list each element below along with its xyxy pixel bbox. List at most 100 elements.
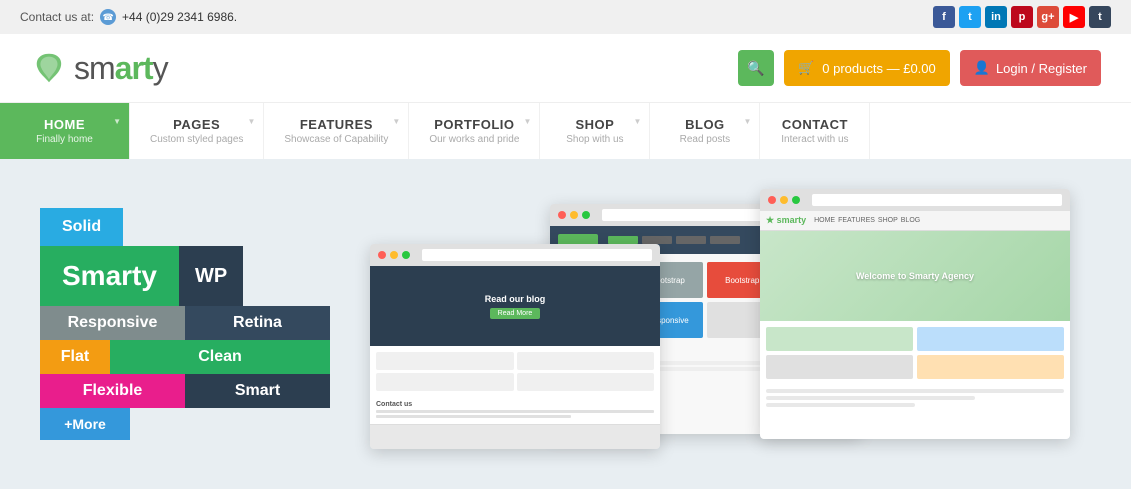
tag-smarty: Smarty bbox=[40, 246, 179, 306]
s3-nav4: BLOG bbox=[901, 217, 920, 224]
s3b-line-3 bbox=[766, 403, 915, 407]
s3-nav1: HOME bbox=[814, 217, 835, 224]
tag-row-smarty: Smarty WP bbox=[40, 246, 330, 306]
browser-dot-yellow-3 bbox=[780, 196, 788, 204]
main-nav: HOME Finally home ▼ PAGES Custom styled … bbox=[0, 102, 1131, 159]
nav-blog-sub: Read posts bbox=[680, 134, 731, 145]
nav-portfolio-sub: Our works and pride bbox=[429, 134, 519, 145]
s3b-line-2 bbox=[766, 396, 975, 400]
cart-button[interactable]: 🛒 0 products — £0.00 bbox=[784, 50, 950, 86]
s2-navitem3 bbox=[676, 236, 706, 244]
s3-nav3: SHOP bbox=[878, 217, 898, 224]
s3-nav2: FEATURES bbox=[838, 217, 875, 224]
s2-navitem1 bbox=[608, 236, 638, 244]
screen3-hero: Welcome to Smarty Agency bbox=[760, 231, 1070, 321]
tag-flat: Flat bbox=[40, 340, 110, 374]
tag-wp: WP bbox=[179, 246, 243, 306]
tag-clean: Clean bbox=[110, 340, 330, 374]
screen4-hero: Read our blog Read More bbox=[370, 266, 660, 346]
nav-pages-label: PAGES bbox=[173, 117, 220, 132]
nav-blog-arrow: ▼ bbox=[743, 117, 751, 126]
logo-y: y bbox=[153, 50, 168, 86]
nav-shop-label: SHOP bbox=[575, 117, 614, 132]
s3b-line-1 bbox=[766, 389, 1064, 393]
nav-home-label: HOME bbox=[44, 117, 85, 132]
screen4-blog-title: Read our blog bbox=[485, 294, 546, 304]
youtube-icon[interactable]: ▶ bbox=[1063, 6, 1085, 28]
nav-features[interactable]: FEATURES Showcase of Capability ▼ bbox=[264, 103, 409, 159]
tag-smart: Smart bbox=[185, 374, 330, 408]
browser-dot-red-3 bbox=[768, 196, 776, 204]
pinterest-icon[interactable]: p bbox=[1011, 6, 1033, 28]
cart-label: 0 products — £0.00 bbox=[822, 61, 935, 76]
logo-sm: sm bbox=[74, 50, 115, 86]
nav-shop-sub: Shop with us bbox=[566, 134, 623, 145]
nav-contact[interactable]: CONTACT Interact with us bbox=[760, 103, 870, 159]
nav-home-arrow: ▼ bbox=[113, 117, 121, 126]
top-bar-left: Contact us at: ☎ +44 (0)29 2341 6986. bbox=[20, 9, 237, 25]
tag-responsive: Responsive bbox=[40, 306, 185, 340]
nav-home-sub: Finally home bbox=[36, 134, 93, 145]
tag-row-more: +More bbox=[40, 408, 330, 440]
browser-dot-red-2 bbox=[558, 211, 566, 219]
browser-url-3 bbox=[812, 194, 1062, 206]
s3-item-2 bbox=[917, 327, 1064, 351]
screen4-footer bbox=[370, 424, 660, 449]
facebook-icon[interactable]: f bbox=[933, 6, 955, 28]
nav-portfolio-arrow: ▼ bbox=[523, 117, 531, 126]
login-label: Login / Register bbox=[996, 61, 1087, 76]
nav-home[interactable]: HOME Finally home ▼ bbox=[0, 103, 130, 159]
browser-dot-green-2 bbox=[582, 211, 590, 219]
header-right: 🔍 🛒 0 products — £0.00 👤 Login / Registe… bbox=[738, 50, 1101, 86]
s3-item-3 bbox=[766, 355, 913, 379]
s3-item-4 bbox=[917, 355, 1064, 379]
screen3-welcome: Welcome to Smarty Agency bbox=[856, 271, 974, 281]
linkedin-icon[interactable]: in bbox=[985, 6, 1007, 28]
login-button[interactable]: 👤 Login / Register bbox=[960, 50, 1101, 86]
s4-item2 bbox=[517, 352, 655, 370]
hero-section: Solid Smarty WP Responsive Retina Flat C… bbox=[0, 159, 1131, 489]
twitter-icon[interactable]: t bbox=[959, 6, 981, 28]
logo-text: smarty bbox=[74, 50, 168, 87]
s4-item1 bbox=[376, 352, 514, 370]
screen3-nav: HOME FEATURES SHOP BLOG bbox=[814, 217, 920, 224]
s3-item-1 bbox=[766, 327, 913, 351]
s2-navitem2 bbox=[642, 236, 672, 244]
browser-bar-4 bbox=[370, 244, 660, 266]
nav-portfolio[interactable]: PORTFOLIO Our works and pride ▼ bbox=[409, 103, 540, 159]
search-button[interactable]: 🔍 bbox=[738, 50, 774, 86]
screen3-content bbox=[760, 321, 1070, 385]
top-bar: Contact us at: ☎ +44 (0)29 2341 6986. f … bbox=[0, 0, 1131, 34]
browser-dot-green-4 bbox=[402, 251, 410, 259]
screenshots-area: ★ smarty HOME FEATURES SHOP BLOG Welcome… bbox=[370, 189, 1091, 459]
tag-row-resp: Responsive Retina bbox=[40, 306, 330, 340]
s4-item4 bbox=[517, 373, 655, 391]
screen-mockup-4: Read our blog Read More Contact us bbox=[370, 244, 660, 449]
screen3-logo: ★ smarty bbox=[766, 215, 806, 226]
screen3-bottom bbox=[760, 385, 1070, 414]
nav-shop[interactable]: SHOP Shop with us ▼ bbox=[540, 103, 650, 159]
googleplus-icon[interactable]: g+ bbox=[1037, 6, 1059, 28]
nav-blog-label: BLOG bbox=[685, 117, 725, 132]
nav-blog[interactable]: BLOG Read posts ▼ bbox=[650, 103, 760, 159]
nav-portfolio-label: PORTFOLIO bbox=[434, 117, 514, 132]
nav-features-label: FEATURES bbox=[300, 117, 373, 132]
logo[interactable]: smarty bbox=[30, 49, 168, 87]
nav-features-arrow: ▼ bbox=[392, 117, 400, 126]
tag-row-flat: Flat Clean bbox=[40, 340, 330, 374]
tumblr-icon[interactable]: t bbox=[1089, 6, 1111, 28]
nav-pages[interactable]: PAGES Custom styled pages ▼ bbox=[130, 103, 264, 159]
browser-dot-yellow-4 bbox=[390, 251, 398, 259]
browser-dot-red-4 bbox=[378, 251, 386, 259]
phone-number: +44 (0)29 2341 6986. bbox=[122, 10, 237, 24]
tag-retina: Retina bbox=[185, 306, 330, 340]
browser-bar-3 bbox=[760, 189, 1070, 211]
tag-row-flex: Flexible Smart bbox=[40, 374, 330, 408]
tag-more: +More bbox=[40, 408, 130, 440]
screen4-btn: Read More bbox=[490, 308, 541, 319]
browser-body-3: ★ smarty HOME FEATURES SHOP BLOG Welcome… bbox=[760, 211, 1070, 439]
s2-navitem4 bbox=[710, 236, 740, 244]
logo-art: art bbox=[115, 50, 153, 86]
nav-pages-arrow: ▼ bbox=[247, 117, 255, 126]
browser-dot-green-3 bbox=[792, 196, 800, 204]
